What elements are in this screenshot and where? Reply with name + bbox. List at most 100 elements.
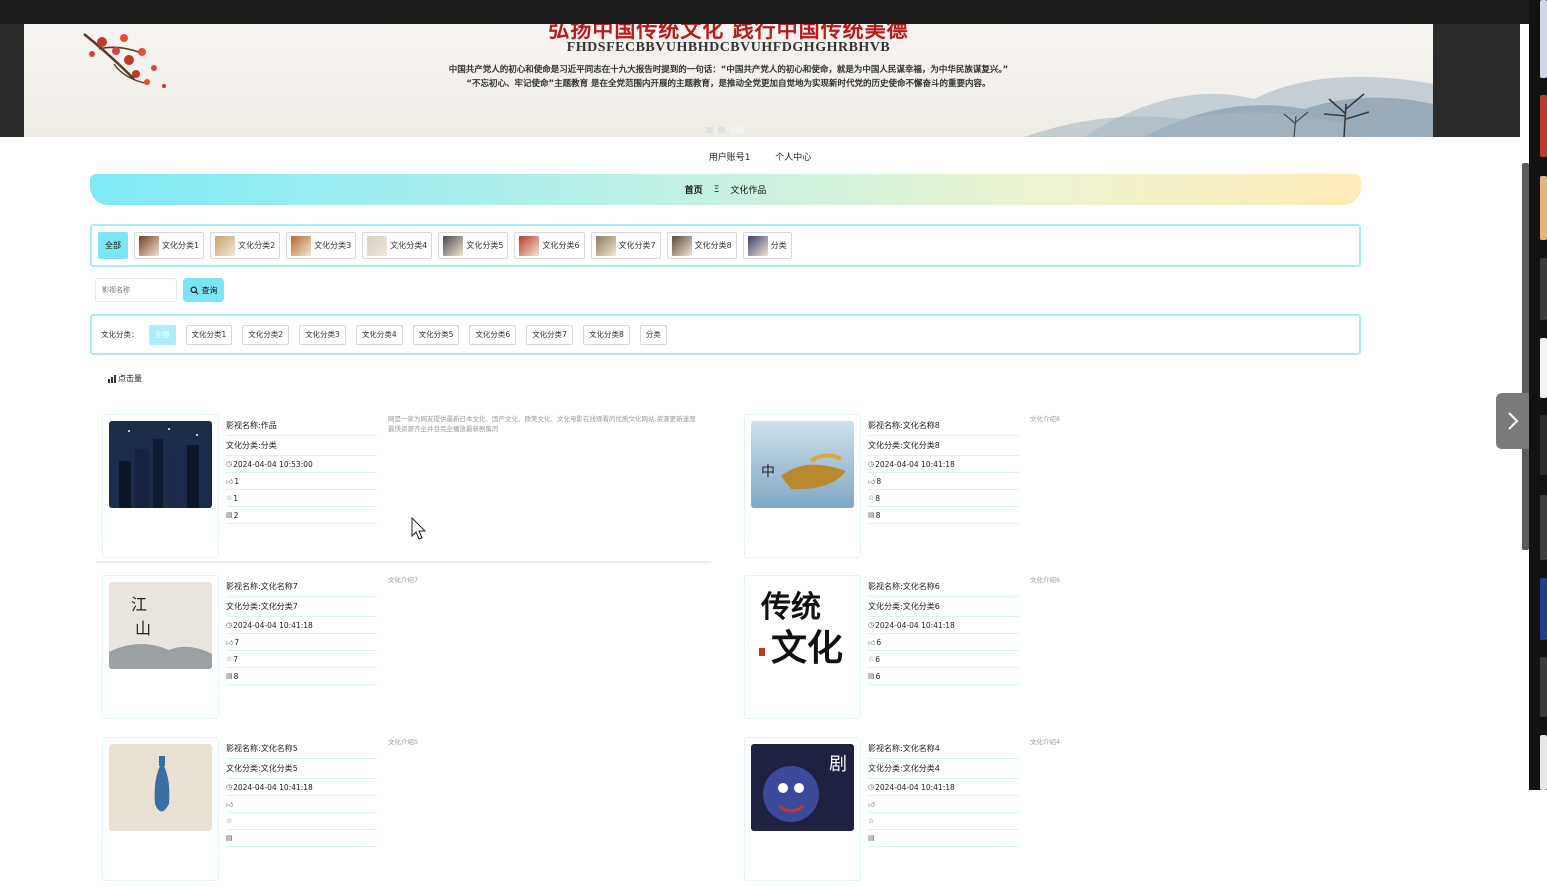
- rail-thumb[interactable]: [1540, 735, 1547, 790]
- card-description: 文化介绍6: [1030, 576, 1061, 584]
- category-tab[interactable]: 文化分类2: [210, 232, 281, 259]
- card-image-frame[interactable]: [102, 414, 219, 558]
- thumbs-up-icon: 👍︎: [868, 800, 876, 809]
- rail-thumb[interactable]: [1540, 415, 1547, 475]
- rail-thumb[interactable]: [1540, 176, 1547, 240]
- svg-text:文化: 文化: [771, 627, 843, 669]
- chevron-right-icon: [1507, 412, 1518, 430]
- breadcrumb-home[interactable]: 首页: [685, 183, 703, 196]
- card-name-row: 影视名称:文化名称5: [226, 739, 377, 759]
- card-likes: 7: [234, 637, 240, 647]
- thumbs-up-icon: 👍︎: [226, 477, 234, 486]
- rail-thumb[interactable]: [1540, 0, 1547, 78]
- filter-option[interactable]: 文化分类5: [412, 324, 460, 345]
- card-views-row: ▤ 2: [226, 507, 377, 524]
- work-card[interactable]: 传统 文化 影视名称:文化名称6 文化分类:文化分类6 ◷ 2024-04-04 10:4…: [744, 575, 1364, 725]
- star-icon: ☆: [226, 655, 233, 663]
- category-tab[interactable]: 文化分类1: [134, 232, 205, 259]
- filter-option[interactable]: 文化分类6: [469, 324, 517, 345]
- category-tab[interactable]: 文化分类6: [514, 232, 585, 259]
- rail-thumb[interactable]: [1540, 657, 1547, 717]
- clock-icon: ◷: [226, 621, 233, 629]
- carousel-dot-active[interactable]: [730, 127, 744, 133]
- breadcrumb-separator: Ξ: [713, 184, 720, 195]
- views-icon: ▤: [226, 511, 233, 519]
- star-icon: ☆: [868, 817, 875, 825]
- rail-thumb[interactable]: [1540, 258, 1547, 320]
- rail-thumb[interactable]: [1540, 578, 1547, 640]
- work-card[interactable]: 影视名称:作品 文化分类:分类 ◷ 2024-04-04 10:53:00 👍︎ 1 ☆ 1 ▤…: [96, 414, 722, 564]
- work-card[interactable]: 影视名称:文化名称5 文化分类:文化分类5 ◷ 2024-04-04 10:41:18…: [102, 737, 722, 887]
- category-tab[interactable]: 文化分类7: [590, 232, 661, 259]
- card-category: 文化分类:文化分类5: [226, 764, 298, 773]
- card-image-frame[interactable]: 传统 文化: [744, 575, 861, 719]
- clock-icon: ◷: [868, 460, 875, 468]
- category-tab[interactable]: 文化分类3: [286, 232, 357, 259]
- filter-option[interactable]: 文化分类2: [242, 324, 290, 345]
- work-card[interactable]: 中 影视名称:文化名称8 文化分类:文化分类8 ◷ 2024-04-04 10:41:1…: [744, 414, 1364, 564]
- search-button[interactable]: 查询: [183, 278, 224, 302]
- filter-option[interactable]: 文化分类7: [526, 324, 573, 345]
- card-image-frame[interactable]: 中: [744, 414, 861, 558]
- breadcrumb: 首页 Ξ 文化作品: [90, 174, 1361, 205]
- sort-by-clicks[interactable]: 点击量: [108, 373, 142, 384]
- card-favorites: 8: [875, 493, 881, 503]
- thumbs-up-icon: 👍︎: [226, 800, 234, 809]
- work-card[interactable]: 江山 影视名称:文化名称7 文化分类:文化分类7 ◷ 2024-04-04 10:41:…: [102, 575, 722, 725]
- category-tab[interactable]: 分类: [742, 232, 792, 259]
- filter-option[interactable]: 全部: [148, 324, 176, 345]
- rail-thumb[interactable]: [1540, 95, 1547, 157]
- category-tab-label: 文化分类3: [314, 241, 352, 250]
- category-tab-all[interactable]: 全部: [98, 232, 128, 259]
- card-favorites-row: ☆ 7: [226, 651, 377, 668]
- svg-text:江: 江: [131, 595, 147, 614]
- card-image-frame[interactable]: [102, 737, 219, 881]
- card-name: 影视名称:作品: [226, 421, 277, 430]
- category-thumbnail: [519, 235, 540, 256]
- filter-option[interactable]: 文化分类3: [299, 324, 346, 345]
- rail-thumb[interactable]: [1540, 495, 1547, 560]
- card-image-frame[interactable]: 江山: [102, 575, 219, 719]
- category-tab[interactable]: 文化分类4: [362, 232, 433, 259]
- card-name-row: 影视名称:文化名称7: [226, 577, 377, 597]
- thumbs-up-icon: 👍︎: [868, 638, 876, 647]
- filter-option[interactable]: 文化分类8: [582, 324, 630, 345]
- card-thumbnail[interactable]: [109, 744, 212, 831]
- page-scrollbar[interactable]: [1522, 163, 1529, 550]
- filter-option[interactable]: 文化分类1: [185, 324, 233, 345]
- carousel-dot[interactable]: [706, 127, 713, 133]
- card-thumbnail[interactable]: 江山: [109, 582, 212, 669]
- card-likes: 6: [876, 637, 882, 647]
- card-time-row: ◷ 2024-04-04 10:53:00: [226, 456, 377, 473]
- card-thumbnail[interactable]: 剧: [751, 744, 854, 831]
- card-category: 文化分类:文化分类7: [226, 602, 298, 611]
- category-thumbnail: [595, 235, 616, 256]
- search-input[interactable]: [95, 278, 177, 302]
- next-arrow-button[interactable]: [1496, 393, 1529, 449]
- card-likes: 8: [876, 476, 882, 486]
- category-tab-label: 文化分类8: [694, 241, 732, 250]
- filter-option[interactable]: 分类: [639, 324, 667, 345]
- card-description: 网是一家为网友提供最新日本文化、国产文化、欧美文化、文化电影在线观看的优质文化网…: [388, 415, 696, 433]
- category-tab-label: 文化分类4: [390, 241, 428, 250]
- work-card[interactable]: 剧 影视名称:文化名称4 文化分类:文化分类4 ◷ 2024-04-04 10:41:1…: [744, 737, 1364, 887]
- category-tab[interactable]: 文化分类5: [438, 232, 509, 259]
- carousel-dot[interactable]: [718, 127, 725, 133]
- star-icon: ☆: [868, 655, 875, 663]
- card-image-frame[interactable]: 剧: [744, 737, 861, 881]
- card-thumbnail[interactable]: 中: [751, 421, 854, 508]
- card-thumbnail[interactable]: 传统 文化: [751, 582, 854, 669]
- category-tab[interactable]: 文化分类8: [666, 232, 737, 259]
- user-account-link[interactable]: 用户账号1: [709, 153, 751, 163]
- filter-option[interactable]: 文化分类4: [355, 324, 403, 345]
- card-likes: 1: [234, 476, 240, 486]
- banner-right-edge: [1433, 24, 1520, 137]
- personal-center-link[interactable]: 个人中心: [775, 153, 811, 163]
- banner-quote-line-1: 中国共产党人的初心和使命是习近平同志在十九大报告时提到的一句话：“中国共产党人的…: [448, 65, 1009, 75]
- card-time-row: ◷ 2024-04-04 10:41:18: [226, 617, 377, 634]
- banner-code-line: FHDSFECBBVUHBHDCBVUHFDGHGHRBHVB: [566, 40, 891, 55]
- rail-thumb[interactable]: [1540, 338, 1547, 398]
- card-thumbnail[interactable]: [109, 421, 212, 508]
- card-likes-row: 👍︎: [868, 796, 1019, 813]
- card-description: 文化介绍7: [388, 576, 419, 584]
